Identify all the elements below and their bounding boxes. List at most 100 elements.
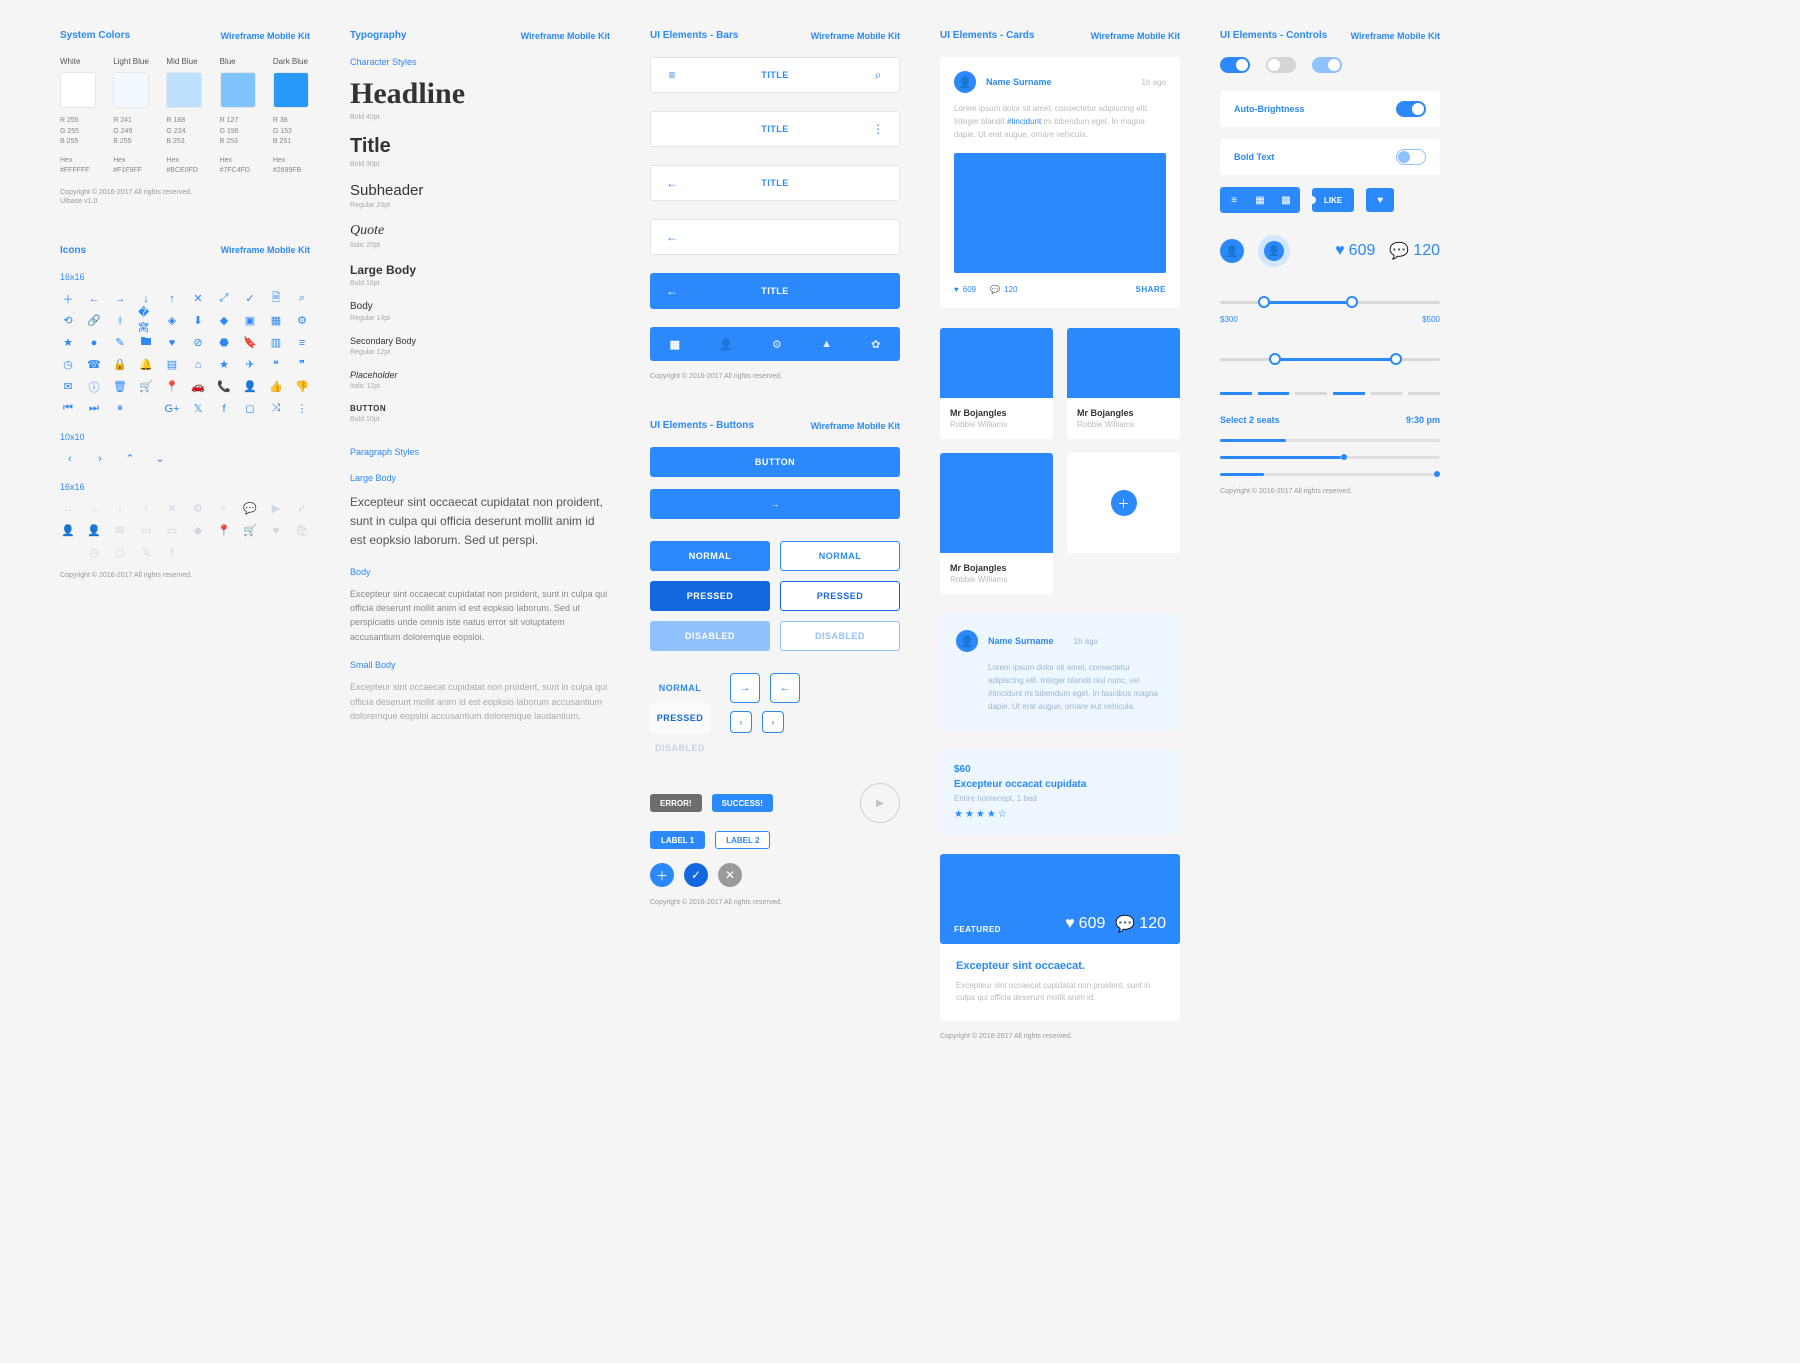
- folder-icon: 🖿: [138, 336, 154, 350]
- avatar-frame[interactable]: 👤: [1258, 235, 1290, 267]
- featured-card[interactable]: FEATURED ♥ 609 💬 120: [940, 854, 1180, 944]
- type-meta: Regular 20pt: [350, 202, 610, 209]
- chevron-right-button[interactable]: ›: [730, 711, 752, 733]
- kit-brand: Wireframe Mobile Kit: [1351, 31, 1440, 41]
- arrow-left-button[interactable]: ←: [770, 673, 800, 703]
- ghost-normal[interactable]: NORMAL: [650, 673, 710, 703]
- mini-title: Mr Bojangles: [950, 563, 1043, 573]
- like-button[interactable]: LIKE: [1312, 188, 1354, 212]
- list-view-icon[interactable]: ≡: [1221, 188, 1247, 212]
- toggle-on[interactable]: [1220, 57, 1250, 73]
- article-card[interactable]: Excepteur sint occaecat. Excepteur sint …: [940, 944, 1180, 1022]
- picker-time[interactable]: 9:30 pm: [1406, 415, 1440, 425]
- back-icon[interactable]: ←: [665, 230, 679, 244]
- progress-bar[interactable]: [1220, 456, 1440, 459]
- tab-profile-icon[interactable]: ▲: [821, 338, 832, 350]
- swatch-name: White: [60, 57, 97, 66]
- bar-title: TITLE: [679, 70, 871, 80]
- fab-close[interactable]: ✕: [718, 863, 742, 887]
- info-icon: ⓘ: [86, 380, 102, 394]
- cards-panel: UI Elements - Cards Wireframe Mobile Kit…: [940, 30, 1180, 1040]
- title-sample: Title: [350, 135, 610, 158]
- back-icon[interactable]: ←: [665, 176, 679, 190]
- mini-card[interactable]: Mr BojanglesRobbie Williams: [940, 453, 1053, 594]
- panel-title: UI Elements - Cards: [940, 30, 1034, 41]
- range-slider-2[interactable]: [1220, 348, 1440, 372]
- price-card[interactable]: $60 Excepteur occacat cupidata Entire ho…: [940, 750, 1180, 834]
- arrow-right-button[interactable]: →: [730, 673, 760, 703]
- back-icon[interactable]: ←: [665, 284, 679, 298]
- normal-button[interactable]: NORMAL: [650, 541, 770, 571]
- mini-card[interactable]: Mr BojanglesRobbie Williams: [940, 328, 1053, 439]
- label-chip-selected[interactable]: LABEL 1: [650, 831, 705, 849]
- more-icon[interactable]: ⋮: [871, 122, 885, 136]
- timestamp: 1h ago: [1142, 78, 1166, 87]
- user-name[interactable]: Name Surname: [986, 77, 1052, 87]
- type-meta: Bold 30pt: [350, 161, 610, 168]
- comment-card: 👤 Name Surname 1h ago Lorem ipsum dolor …: [940, 614, 1180, 729]
- play-button[interactable]: ▶: [860, 783, 900, 823]
- bold-text-row[interactable]: Bold Text: [1220, 139, 1440, 175]
- instagram-icon: ◻: [242, 402, 258, 416]
- picker-label[interactable]: Select 2 seats: [1220, 415, 1280, 425]
- nav-bar[interactable]: ≡TITLE⌕: [650, 57, 900, 93]
- auto-brightness-toggle[interactable]: [1396, 101, 1426, 117]
- ghost-pressed[interactable]: PRESSED: [650, 703, 710, 733]
- body-sample: Body: [350, 301, 610, 312]
- tab-gear-icon[interactable]: ⚙: [772, 338, 782, 351]
- phone2-icon: 📞: [216, 380, 232, 394]
- avatar-icon[interactable]: 👤: [954, 71, 976, 93]
- nav-bar-primary[interactable]: ←TITLE: [650, 273, 900, 309]
- phone-icon: ☎: [86, 358, 102, 372]
- primary-arrow-button[interactable]: →: [650, 489, 900, 519]
- user-name[interactable]: Name Surname: [988, 636, 1054, 646]
- quote2-icon: ❞: [294, 358, 310, 372]
- icons-panel: Icons Wireframe Mobile Kit 16x16 ＋←→↓↑✕⤢…: [60, 245, 310, 579]
- panel-title: System Colors: [60, 30, 130, 41]
- auto-brightness-row[interactable]: Auto-Brightness: [1220, 91, 1440, 127]
- type-meta: Bold 16pt: [350, 280, 610, 287]
- likes-stat[interactable]: ♥ 609: [954, 285, 976, 294]
- post-image[interactable]: [954, 153, 1166, 273]
- progress-bar: [1220, 473, 1440, 476]
- search-icon[interactable]: ⌕: [871, 68, 885, 83]
- menu-icon[interactable]: ≡: [665, 68, 679, 82]
- bolt-icon: ★: [216, 358, 232, 372]
- primary-button[interactable]: BUTTON: [650, 447, 900, 477]
- add-card[interactable]: ＋: [1067, 453, 1180, 553]
- quote-sample: Quote: [350, 223, 610, 239]
- plus-icon: ＋: [1111, 490, 1137, 516]
- heart-button[interactable]: ♥: [1366, 188, 1394, 212]
- pressed-outline-button[interactable]: PRESSED: [780, 581, 900, 611]
- fab-add[interactable]: ＋: [650, 863, 674, 887]
- range-slider-1[interactable]: [1220, 291, 1440, 315]
- bold-text-toggle[interactable]: [1396, 149, 1426, 165]
- chevron-left-button[interactable]: ‹: [762, 711, 784, 733]
- mini-card[interactable]: Mr BojanglesRobbie Williams: [1067, 328, 1180, 439]
- play-icon: ▶: [268, 502, 284, 516]
- comment-text: Lorem ipsum dolor sit amet, consectetur …: [956, 662, 1164, 713]
- nav-bar[interactable]: ←: [650, 219, 900, 255]
- label-chip[interactable]: LABEL 2: [715, 831, 770, 849]
- grid-view-icon[interactable]: ▦: [1247, 188, 1273, 212]
- nav-bar[interactable]: TITLE⋮: [650, 111, 900, 147]
- tab-settings-icon[interactable]: ✿: [871, 338, 880, 351]
- tile-view-icon[interactable]: ▩: [1273, 188, 1299, 212]
- user-icon: 👤: [60, 524, 76, 538]
- tab-home-icon[interactable]: ▦: [670, 338, 680, 351]
- heart-icon: ♥: [268, 524, 284, 538]
- nav-bar[interactable]: ←TITLE: [650, 165, 900, 201]
- fab-confirm[interactable]: ✓: [684, 863, 708, 887]
- avatar-icon[interactable]: 👤: [956, 630, 978, 652]
- comments-stat[interactable]: 💬 120: [990, 285, 1017, 294]
- tab-user-icon[interactable]: 👤: [719, 338, 733, 351]
- normal-outline-button[interactable]: NORMAL: [780, 541, 900, 571]
- photo-icon: ▦: [268, 314, 284, 328]
- share-button[interactable]: SHARE: [1135, 285, 1166, 294]
- swatch-hex: Hex#7FC4FD: [220, 156, 257, 177]
- avatar-sm-icon[interactable]: 👤: [1220, 239, 1244, 263]
- pressed-button[interactable]: PRESSED: [650, 581, 770, 611]
- toggle-off[interactable]: [1266, 57, 1296, 73]
- swatch-name: Dark Blue: [273, 57, 310, 66]
- colors-panel: System Colors Wireframe Mobile Kit White…: [60, 30, 310, 205]
